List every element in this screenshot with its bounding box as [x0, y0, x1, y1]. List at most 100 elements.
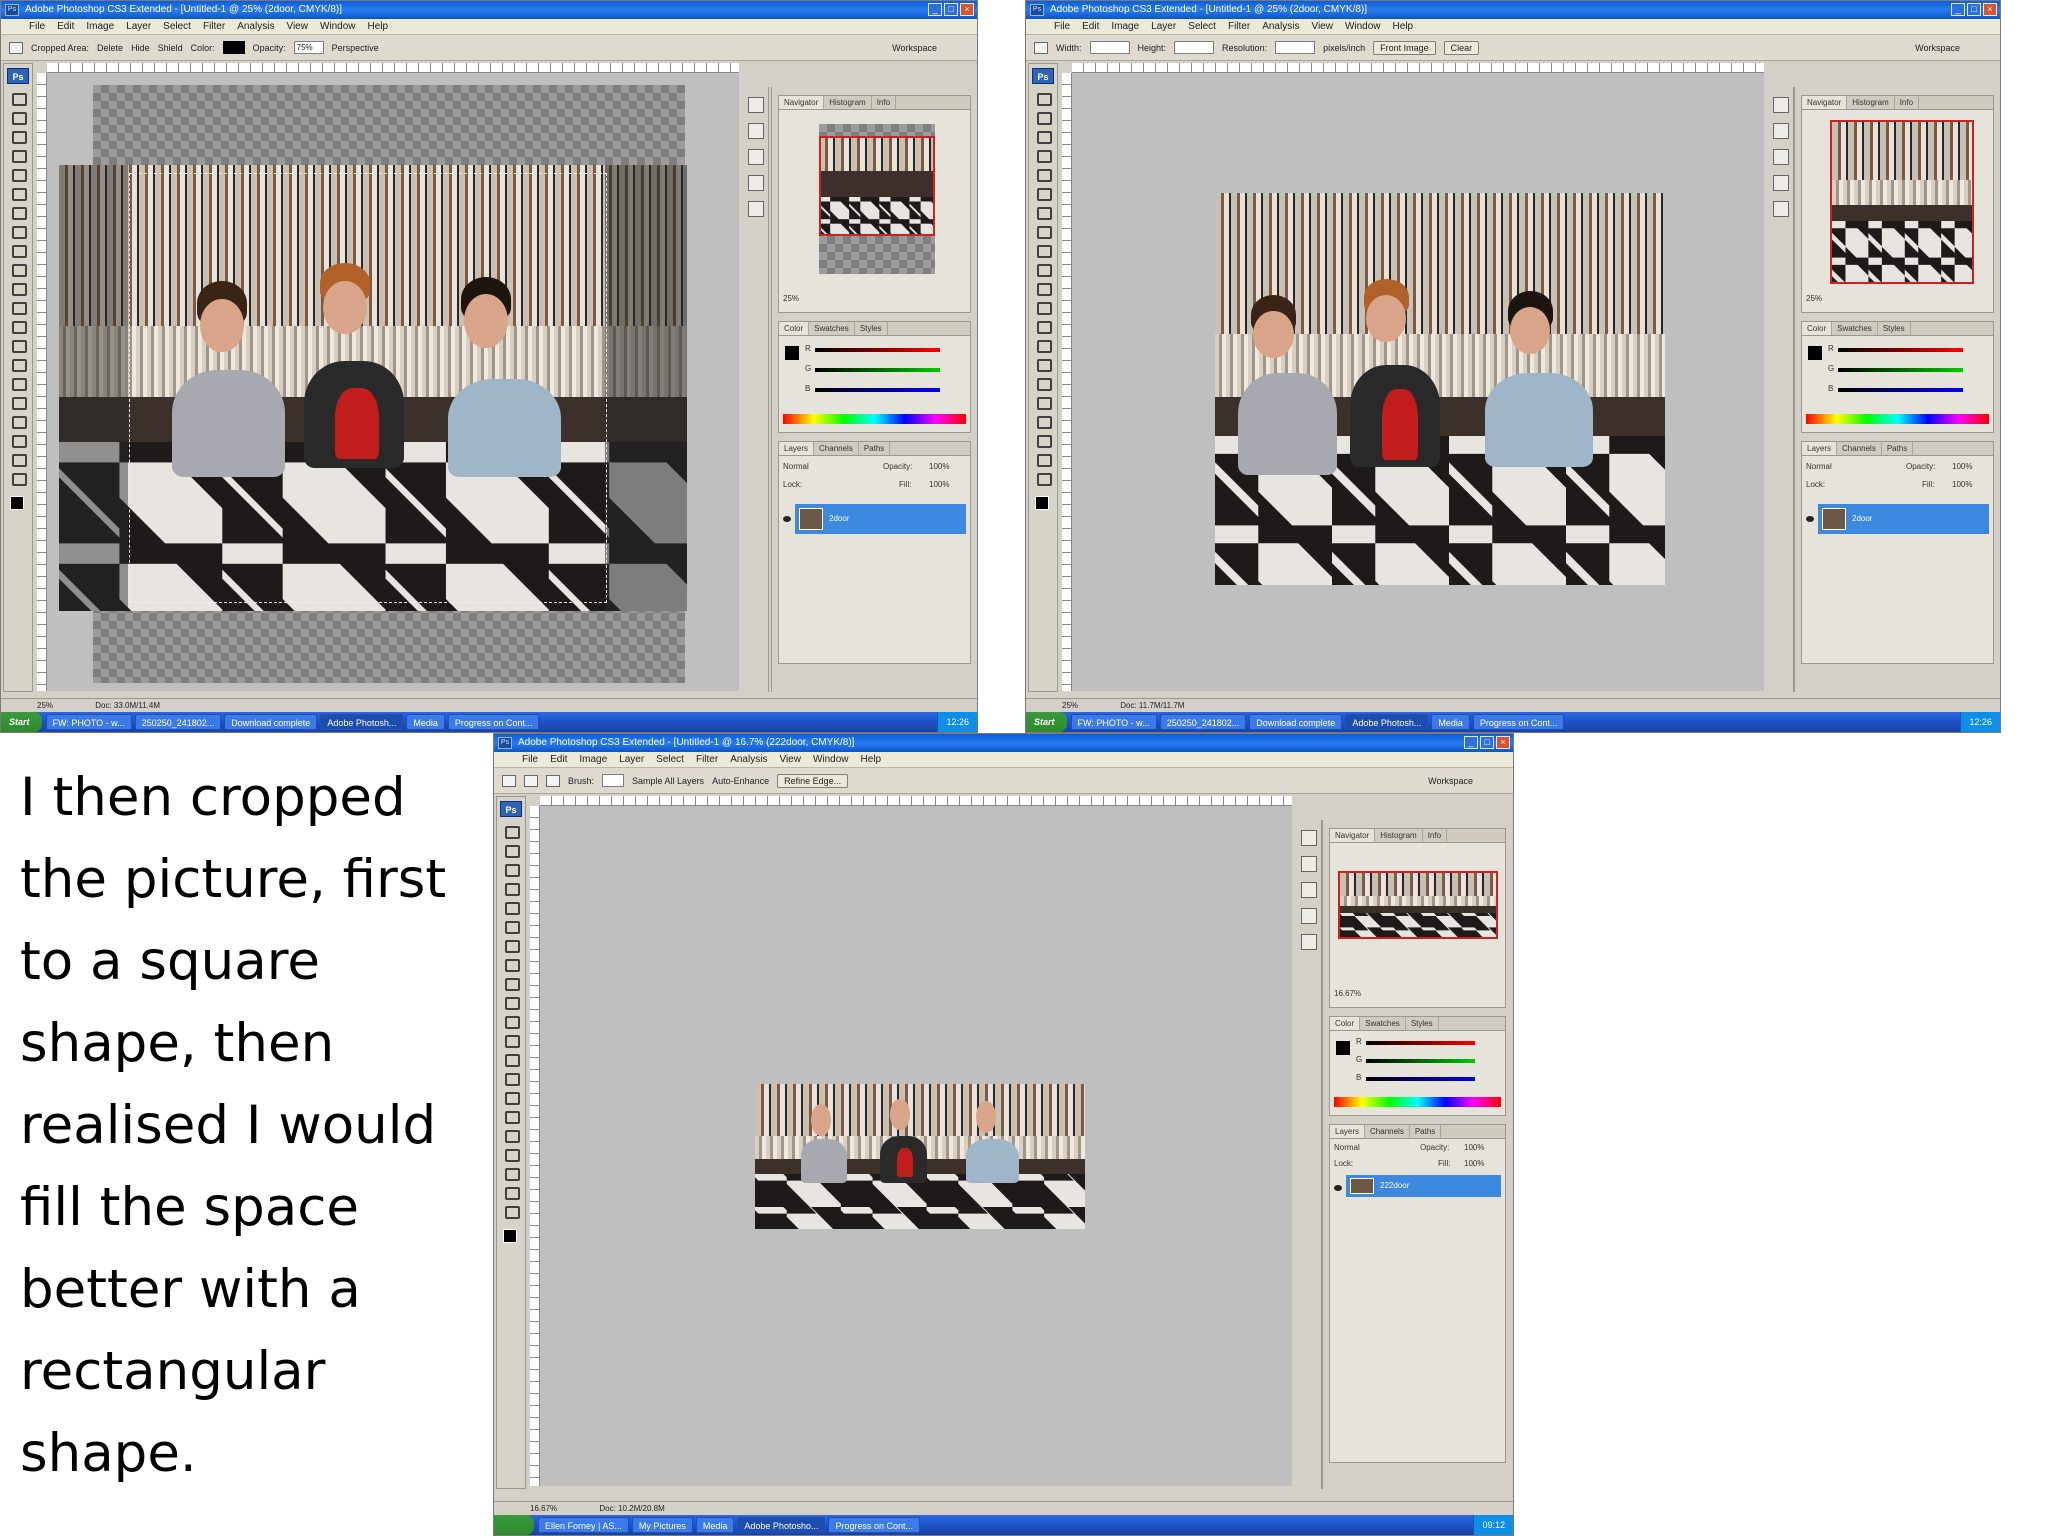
notes-tool-icon[interactable]: [8, 432, 28, 448]
navigator-view-box[interactable]: [1338, 871, 1498, 939]
marquee-tool-icon[interactable]: [501, 842, 521, 858]
move-tool-icon[interactable]: [8, 90, 28, 106]
path-selection-tool-icon[interactable]: [1033, 394, 1053, 410]
taskbar-item[interactable]: Download complete: [1249, 714, 1343, 730]
tab-paths[interactable]: Paths: [1410, 1125, 1442, 1138]
g-slider[interactable]: [815, 368, 940, 372]
shield-color-swatch[interactable]: [222, 41, 245, 54]
tab-histogram[interactable]: Histogram: [824, 96, 872, 109]
taskbar-item-active[interactable]: Adobe Photosho...: [737, 1517, 826, 1533]
eraser-tool-icon[interactable]: [8, 280, 28, 296]
clear-button[interactable]: Clear: [1443, 40, 1480, 55]
menu-filter[interactable]: Filter: [1222, 19, 1256, 34]
hand-tool-icon[interactable]: [8, 451, 28, 467]
menu-view[interactable]: View: [1305, 19, 1339, 34]
refine-edge-button[interactable]: Refine Edge...: [777, 773, 849, 788]
menu-edit[interactable]: Edit: [51, 19, 80, 34]
tab-histogram[interactable]: Histogram: [1847, 96, 1895, 109]
tab-layers[interactable]: Layers: [779, 442, 815, 455]
tool-presets-icon[interactable]: [1300, 856, 1317, 872]
tab-paths[interactable]: Paths: [1882, 442, 1914, 455]
eyedropper-tool-icon[interactable]: [8, 185, 28, 201]
status-zoom[interactable]: 16.67%: [530, 1504, 557, 1513]
sample-all-layers-checkbox[interactable]: Sample All Layers: [632, 776, 704, 786]
menu-file[interactable]: File: [1048, 19, 1076, 34]
path-selection-tool-icon[interactable]: [501, 1127, 521, 1143]
stamp-tool-icon[interactable]: [1033, 242, 1053, 258]
brush-size-picker[interactable]: [602, 774, 625, 787]
tab-layers[interactable]: Layers: [1330, 1125, 1366, 1138]
tab-color[interactable]: Color: [1802, 322, 1833, 335]
menu-select[interactable]: Select: [157, 19, 197, 34]
taskbar-item[interactable]: Media: [1431, 714, 1470, 730]
tab-channels[interactable]: Channels: [1365, 1125, 1410, 1138]
taskbar-item[interactable]: Progress on Cont...: [1472, 714, 1565, 730]
eyedropper-tool-icon[interactable]: [1033, 185, 1053, 201]
taskbar-item[interactable]: 250250_241802...: [134, 714, 222, 730]
marquee-tool-icon[interactable]: [1033, 109, 1053, 125]
height-field[interactable]: [1174, 41, 1215, 54]
tab-navigator[interactable]: Navigator: [1802, 96, 1848, 109]
front-image-button[interactable]: Front Image: [1373, 40, 1436, 55]
menu-analysis[interactable]: Analysis: [1256, 19, 1305, 34]
blur-tool-icon[interactable]: [501, 1051, 521, 1067]
brush-tool-icon[interactable]: [501, 956, 521, 972]
fill-value[interactable]: 100%: [929, 480, 949, 489]
blend-mode-select[interactable]: Normal: [1334, 1143, 1360, 1152]
character-icon[interactable]: [1300, 934, 1317, 950]
layer-opacity-value[interactable]: 100%: [1464, 1143, 1484, 1152]
r-slider[interactable]: [1366, 1041, 1475, 1045]
zoom-tool-icon[interactable]: [1033, 470, 1053, 486]
crop-marquee[interactable]: [129, 173, 607, 603]
maximize-button[interactable]: □: [944, 3, 958, 16]
foreground-color-swatch[interactable]: [10, 496, 24, 510]
navigator-zoom[interactable]: 16.67%: [1334, 989, 1361, 998]
brushes-panel-icon[interactable]: [747, 97, 764, 113]
tab-info[interactable]: Info: [872, 96, 897, 109]
menu-filter[interactable]: Filter: [197, 19, 231, 34]
menu-window[interactable]: Window: [1339, 19, 1387, 34]
crop-tool-icon[interactable]: [1033, 166, 1053, 182]
stamp-tool-icon[interactable]: [8, 242, 28, 258]
tab-color[interactable]: Color: [1330, 1017, 1361, 1030]
tab-styles[interactable]: Styles: [1406, 1017, 1439, 1030]
crop-tool-icon[interactable]: [501, 899, 521, 915]
taskbar-item[interactable]: Progress on Cont...: [447, 714, 540, 730]
pen-tool-icon[interactable]: [8, 356, 28, 372]
quick-selection-tool-icon[interactable]: [501, 880, 521, 896]
healing-tool-icon[interactable]: [8, 204, 28, 220]
lasso-tool-icon[interactable]: [8, 128, 28, 144]
zoom-tool-icon[interactable]: [501, 1203, 521, 1219]
menu-help[interactable]: Help: [1387, 19, 1420, 34]
gradient-tool-icon[interactable]: [1033, 299, 1053, 315]
history-brush-tool-icon[interactable]: [8, 261, 28, 277]
foreground-color-swatch[interactable]: [503, 1229, 517, 1243]
magic-wand-tool-icon[interactable]: [1033, 147, 1053, 163]
eraser-tool-icon[interactable]: [501, 1013, 521, 1029]
dodge-tool-icon[interactable]: [8, 337, 28, 353]
blur-tool-icon[interactable]: [1033, 318, 1053, 334]
hide-radio[interactable]: Hide: [131, 43, 150, 53]
clone-source-icon[interactable]: [747, 149, 764, 165]
color-fg-swatch[interactable]: [1336, 1041, 1350, 1055]
healing-tool-icon[interactable]: [501, 937, 521, 953]
taskbar-item-active[interactable]: Adobe Photosh...: [1345, 714, 1429, 730]
gradient-tool-icon[interactable]: [8, 299, 28, 315]
tab-channels[interactable]: Channels: [1837, 442, 1882, 455]
tab-info[interactable]: Info: [1895, 96, 1920, 109]
taskbar-item[interactable]: FW: PHOTO - w...: [1070, 714, 1157, 730]
close-button[interactable]: ×: [1496, 736, 1510, 749]
tab-styles[interactable]: Styles: [1878, 322, 1911, 335]
perspective-checkbox[interactable]: Perspective: [332, 43, 379, 53]
history-brush-tool-icon[interactable]: [501, 994, 521, 1010]
brushes-panel-icon[interactable]: [1772, 97, 1789, 113]
b-slider[interactable]: [815, 388, 940, 392]
eraser-tool-icon[interactable]: [1033, 280, 1053, 296]
history-brush-tool-icon[interactable]: [1033, 261, 1053, 277]
minimize-button[interactable]: _: [1464, 736, 1478, 749]
taskbar-item[interactable]: Media: [406, 714, 445, 730]
shape-tool-icon[interactable]: [1033, 413, 1053, 429]
marquee-tool-icon[interactable]: [8, 109, 28, 125]
menu-window[interactable]: Window: [807, 752, 855, 767]
taskbar-item[interactable]: FW: PHOTO - w...: [45, 714, 132, 730]
